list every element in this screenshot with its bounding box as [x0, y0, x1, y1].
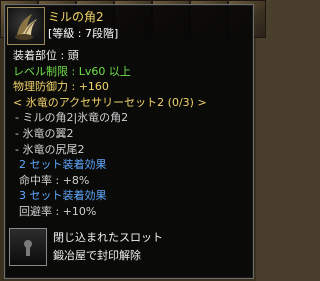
set-bonus-2-title: 2 セット装着効果	[19, 158, 107, 172]
set-bonus-3-title: 3 セット装着効果	[19, 189, 107, 203]
set-item: - 氷竜の尻尾2	[15, 142, 85, 156]
horn-item-icon	[7, 7, 45, 45]
item-stats: 装着部位 : 頭 レベル制限 : Lv60 以上 物理防御力 : +160 < …	[13, 50, 249, 222]
level-requirement: レベル制限 : Lv60 以上	[13, 64, 131, 78]
item-tooltip: ミルの角2 [等級 : 7段階] 装着部位 : 頭 レベル制限 : Lv60 以…	[4, 4, 254, 279]
equip-slot: 装着部位 : 頭	[13, 49, 79, 62]
item-grade: [等級 : 7段階]	[48, 27, 119, 40]
physical-defense: 物理防御力 : +160	[13, 80, 109, 94]
sealed-slot-desc: 鍛冶屋で封印解除	[53, 249, 141, 262]
item-name: ミルの角2	[48, 10, 104, 24]
set-item: - ミルの角2|氷竜の角2	[15, 111, 129, 125]
keyhole-icon	[9, 228, 47, 266]
set-bonus-2-value: 命中率 : +8%	[19, 173, 90, 187]
set-item: - 氷竜の翼2	[15, 126, 74, 140]
sealed-slot-title: 閉じ込まれたスロット	[53, 231, 163, 244]
set-bonus-3-value: 回避率 : +10%	[19, 204, 97, 218]
